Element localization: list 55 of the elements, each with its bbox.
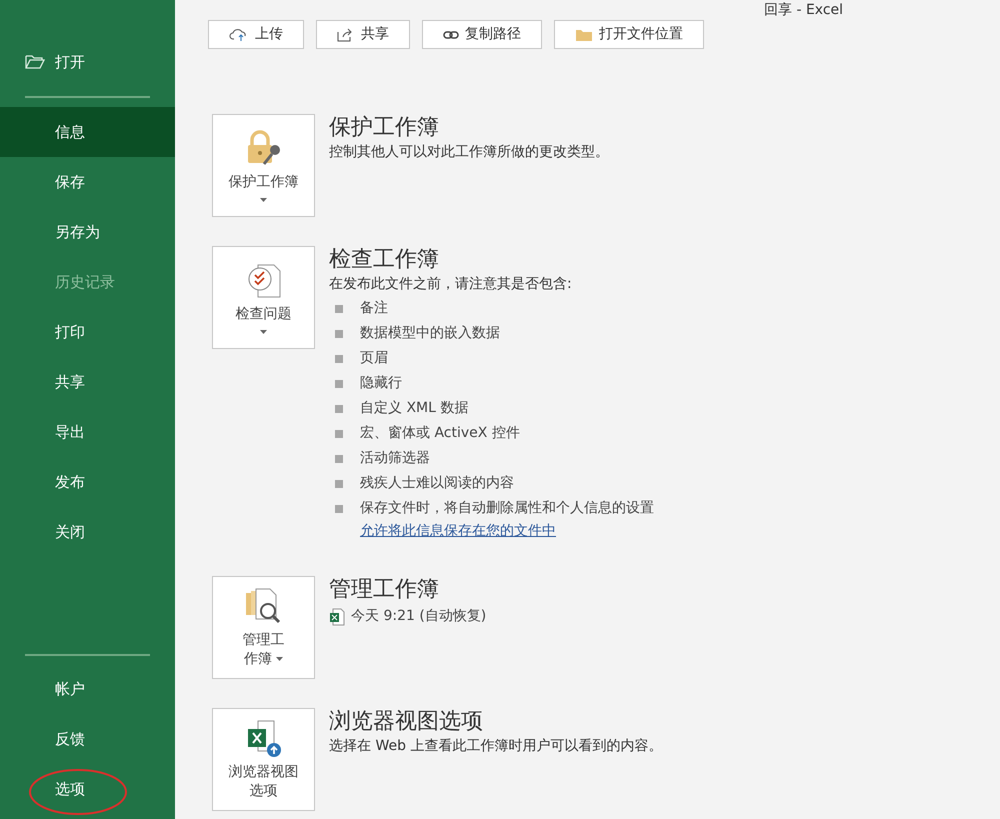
caret-icon bbox=[276, 657, 283, 661]
toolbar-button[interactable]: 复制路径 bbox=[422, 20, 542, 49]
bullet-icon bbox=[335, 354, 343, 362]
bullet-icon bbox=[335, 404, 343, 412]
sidebar-item[interactable]: 另存为 bbox=[0, 207, 175, 257]
bullet-text: 活动筛选器 bbox=[360, 449, 430, 468]
bullet-text: 自定义 XML 数据 bbox=[360, 399, 468, 418]
folder-icon bbox=[25, 54, 45, 70]
bullet-text: 宏、窗体或 ActiveX 控件 bbox=[360, 424, 520, 443]
link-icon bbox=[443, 30, 459, 40]
caret-icon bbox=[260, 330, 267, 334]
bullet-icon bbox=[335, 480, 343, 488]
section-title: 保护工作簿 bbox=[329, 114, 440, 142]
bullet-icon bbox=[335, 454, 343, 462]
folder-icon bbox=[575, 28, 593, 42]
sidebar-item[interactable]: 选项 bbox=[0, 764, 175, 814]
bullet-text: 残疾人士难以阅读的内容 bbox=[360, 474, 514, 493]
sidebar-item[interactable]: 发布 bbox=[0, 457, 175, 507]
toolbar-button[interactable]: 共享 bbox=[316, 20, 410, 49]
command-tile[interactable]: 保护工作簿 bbox=[212, 114, 315, 217]
bullet-text: 备注 bbox=[360, 299, 388, 318]
bullet-text: 数据模型中的嵌入数据 bbox=[360, 324, 500, 343]
section-description: 在发布此文件之前，请注意其是否包含: bbox=[329, 275, 573, 294]
section-title: 浏览器视图选项 bbox=[329, 708, 484, 736]
sidebar-item[interactable]: 导出 bbox=[0, 407, 175, 457]
sidebar-item[interactable]: 帐户 bbox=[0, 664, 175, 714]
bullet-icon bbox=[335, 504, 343, 512]
version-link[interactable]: 今天 9:21 (自动恢复) bbox=[351, 606, 486, 627]
bullet-icon bbox=[335, 430, 343, 438]
section-description: 选择在 Web 上查看此工作簿时用户可以看到的内容。 bbox=[329, 737, 662, 756]
sidebar-item[interactable]: 打印 bbox=[0, 307, 175, 357]
sidebar-item[interactable]: 共享 bbox=[0, 357, 175, 407]
open-menu-item[interactable]: 打开 bbox=[0, 44, 175, 80]
sidebar-item[interactable]: 反馈 bbox=[0, 714, 175, 764]
bullet-icon bbox=[335, 304, 343, 312]
section-title: 检查工作簿 bbox=[329, 246, 440, 274]
bullet-text: 隐藏行 bbox=[360, 374, 402, 393]
bullet-text: 页眉 bbox=[360, 349, 388, 368]
bullet-icon bbox=[335, 380, 343, 388]
caret-icon bbox=[260, 198, 267, 202]
sidebar-item[interactable]: 信息 bbox=[0, 107, 175, 157]
command-tile[interactable]: 浏览器视图 选项 bbox=[212, 708, 315, 811]
excel-file-icon bbox=[329, 608, 345, 626]
section-title: 管理工作簿 bbox=[329, 576, 440, 604]
command-tile[interactable]: 检查问题 bbox=[212, 246, 315, 349]
window-title: 回享 - Excel bbox=[764, 1, 844, 20]
sidebar-item[interactable]: 关闭 bbox=[0, 507, 175, 557]
section-description: 控制其他人可以对此工作簿所做的更改类型。 bbox=[329, 143, 609, 162]
toolbar-button[interactable]: 打开文件位置 bbox=[554, 20, 704, 49]
command-tile[interactable]: 管理工 作簿 bbox=[212, 576, 315, 679]
settings-link[interactable]: 允许将此信息保存在您的文件中 bbox=[360, 521, 654, 542]
toolbar-button[interactable]: 上传 bbox=[208, 20, 304, 49]
sidebar-item[interactable]: 保存 bbox=[0, 157, 175, 207]
bullet-icon bbox=[335, 330, 343, 338]
bullet-text: 保存文件时，将自动删除属性和个人信息的设置 bbox=[360, 499, 654, 518]
